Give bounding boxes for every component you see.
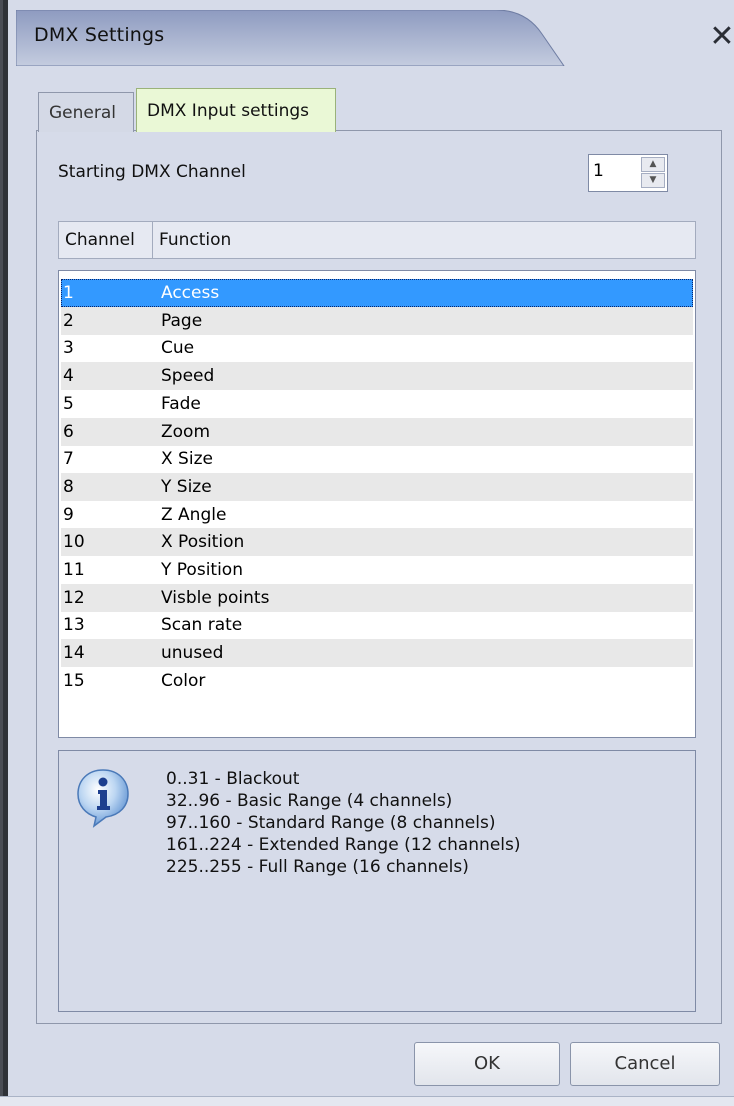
info-line: 32..96 - Basic Range (4 channels)	[166, 791, 453, 811]
function-cell: Zoom	[161, 421, 211, 442]
info-icon	[77, 769, 129, 828]
spinner-up-icon[interactable]: ▲	[641, 157, 665, 172]
table-row[interactable]: 11 Y Position	[61, 556, 693, 584]
table-row[interactable]: 15 Color	[61, 667, 693, 695]
table-row[interactable]: 2 Page	[61, 306, 693, 335]
table-row[interactable]: 12 Visble points	[61, 583, 693, 612]
window-left-border	[0, 0, 12, 1105]
function-cell: Z Angle	[161, 504, 227, 525]
channel-cell: 10	[63, 532, 85, 553]
column-header-function[interactable]: Function	[153, 222, 231, 258]
cancel-button[interactable]: Cancel	[570, 1042, 720, 1086]
window-title: DMX Settings	[34, 24, 165, 46]
table-row[interactable]: 6 Zoom	[61, 417, 693, 446]
info-text: 0..31 - Blackout 32..96 - Basic Range (4…	[166, 768, 521, 878]
table-row[interactable]: 7 X Size	[61, 445, 693, 473]
channel-cell: 14	[63, 643, 85, 664]
spinner-buttons: ▲ ▼	[641, 157, 665, 189]
info-line: 225..255 - Full Range (16 channels)	[166, 857, 469, 877]
column-header-channel[interactable]: Channel	[59, 222, 153, 258]
function-cell: Page	[161, 310, 203, 331]
function-cell: X Position	[161, 532, 245, 553]
info-line: 161..224 - Extended Range (12 channels)	[166, 835, 521, 855]
function-cell: Visble points	[161, 587, 270, 608]
channel-cell: 13	[63, 615, 85, 636]
channel-cell: 1	[63, 283, 74, 303]
table-row[interactable]: 8 Y Size	[61, 472, 693, 501]
close-icon[interactable]: ✕	[702, 18, 734, 58]
table-header: Channel Function	[58, 221, 696, 259]
spinner-down-icon[interactable]: ▼	[641, 173, 665, 188]
channel-cell: 5	[63, 393, 74, 414]
function-cell: Fade	[161, 393, 201, 414]
table-row[interactable]: 13 Scan rate	[61, 611, 693, 639]
table-row[interactable]: 4 Speed	[61, 362, 693, 391]
table-row[interactable]: 10 X Position	[61, 528, 693, 557]
table-row[interactable]: 14 unused	[61, 639, 693, 668]
channel-cell: 11	[63, 560, 85, 580]
starting-channel-label: Starting DMX Channel	[58, 162, 246, 182]
table-row[interactable]: 9 Z Angle	[61, 501, 693, 529]
channel-cell: 7	[63, 449, 74, 470]
channel-cell: 8	[63, 476, 74, 497]
function-cell: X Size	[161, 449, 213, 470]
channel-function-list[interactable]: 1 Access 2 Page 3 Cue 4 Speed 5 Fade 6 Zoom 7 X Size 8…	[58, 270, 696, 738]
info-line: 0..31 - Blackout	[166, 769, 300, 789]
table-row[interactable]: 5 Fade	[61, 390, 693, 418]
title-bar[interactable]: DMX Settings ✕	[8, 0, 734, 66]
channel-cell: 9	[63, 504, 74, 525]
table-row[interactable]: 3 Cue	[61, 334, 693, 362]
channel-cell: 3	[63, 338, 74, 359]
function-cell: Cue	[161, 338, 195, 359]
channel-cell: 15	[63, 670, 85, 691]
info-line: 97..160 - Standard Range (8 channels)	[166, 813, 496, 833]
function-cell: Access	[161, 283, 220, 303]
function-cell: unused	[161, 643, 224, 664]
channel-cell: 6	[63, 421, 74, 442]
channel-cell: 12	[63, 587, 85, 608]
function-cell: Y Size	[161, 476, 212, 497]
channel-cell: 2	[63, 310, 74, 331]
channel-cell: 4	[63, 366, 74, 387]
function-cell: Y Position	[161, 560, 243, 580]
table-row[interactable]: 1 Access	[61, 279, 693, 307]
tab-general[interactable]: General	[38, 92, 134, 132]
dmx-settings-dialog: DMX Settings ✕ General DMX Input setting…	[0, 0, 734, 1106]
starting-channel-value[interactable]: 1	[593, 161, 604, 181]
ok-button[interactable]: OK	[414, 1042, 560, 1086]
function-cell: Speed	[161, 366, 215, 387]
function-cell: Color	[161, 670, 206, 691]
function-cell: Scan rate	[161, 615, 243, 636]
tab-dmx-input-settings[interactable]: DMX Input settings	[136, 88, 336, 132]
starting-channel-spinner[interactable]: 1 ▲ ▼	[588, 154, 668, 192]
